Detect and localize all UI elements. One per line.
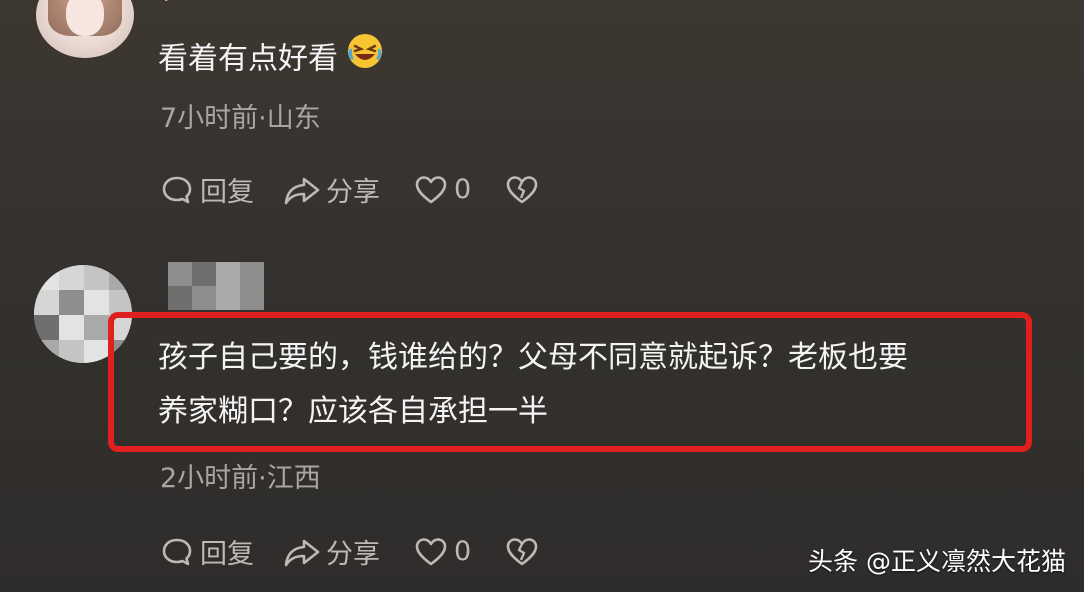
comment-actions: 回复 分享 0 xyxy=(160,532,539,571)
like-count: 0 xyxy=(454,536,472,567)
reply-label: 回复 xyxy=(200,177,254,208)
reply-button[interactable]: 回复 xyxy=(160,170,254,209)
like-count: 0 xyxy=(454,174,472,205)
share-button[interactable]: 分享 xyxy=(282,170,380,209)
heart-icon xyxy=(414,536,448,568)
like-button[interactable]: 0 xyxy=(414,174,471,206)
reply-label: 回复 xyxy=(200,539,254,570)
share-button[interactable]: 分享 xyxy=(282,532,380,571)
avatar[interactable] xyxy=(36,0,134,58)
share-arrow-icon xyxy=(282,535,322,569)
comment-bubble-icon xyxy=(160,173,194,207)
reply-button[interactable]: 回复 xyxy=(160,532,254,571)
comment-text: 看着有点好看 xyxy=(158,32,384,88)
rolling-laughing-emoji-icon xyxy=(346,32,384,88)
watermark: 头条 @正义凛然大花猫 xyxy=(808,547,1066,576)
dislike-button[interactable] xyxy=(505,174,539,206)
share-label: 分享 xyxy=(326,539,380,570)
comment-text-line: 孩子自己要的，钱谁给的？父母不同意就起诉？老板也要 xyxy=(158,340,908,375)
comment-bubble-icon xyxy=(160,535,194,569)
nickname-pixelated[interactable] xyxy=(168,262,264,310)
broken-heart-icon xyxy=(505,536,539,568)
broken-heart-icon xyxy=(505,174,539,206)
comment-text-line: 养家糊口？应该各自承担一半 xyxy=(158,394,548,429)
share-label: 分享 xyxy=(326,177,380,208)
comment-text: 孩子自己要的，钱谁给的？父母不同意就起诉？老板也要 养家糊口？应该各自承担一半 xyxy=(158,331,908,439)
nickname-partial[interactable]: · xyxy=(163,0,169,12)
comment-meta: 7小时前·山东 xyxy=(160,103,321,134)
dislike-button[interactable] xyxy=(505,536,539,568)
comment-meta: 2小时前·江西 xyxy=(160,463,321,494)
comment-actions: 回复 分享 0 xyxy=(160,170,539,209)
like-button[interactable]: 0 xyxy=(414,536,471,568)
heart-icon xyxy=(414,174,448,206)
share-arrow-icon xyxy=(282,173,322,207)
